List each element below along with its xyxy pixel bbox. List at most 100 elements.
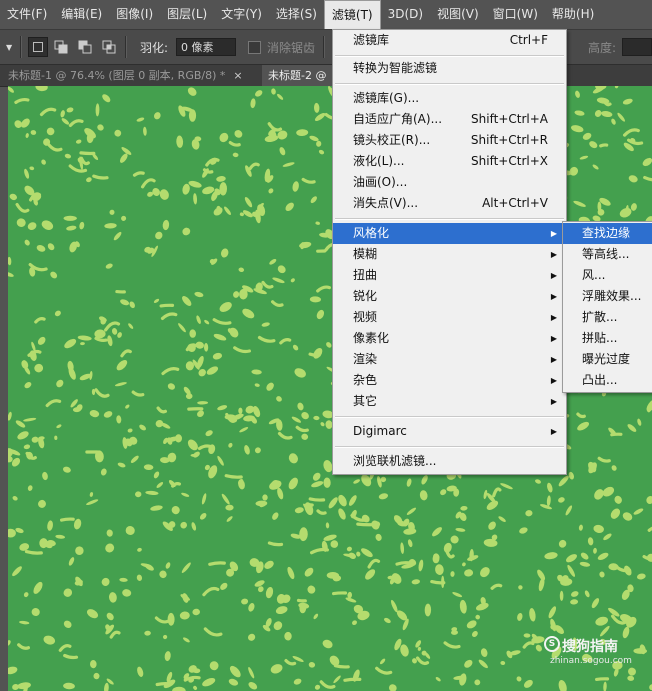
height-input[interactable] [622, 38, 652, 56]
submenu-arrow-icon: ▶ [550, 355, 557, 364]
submenu-item-solarize[interactable]: 曝光过度 [563, 349, 652, 370]
menu-item-filter-gallery[interactable]: 滤镜库(G)... [333, 88, 566, 109]
menu-item-video[interactable]: 视频 ▶ [333, 307, 566, 328]
texture-blob [182, 183, 190, 195]
texture-blob [128, 323, 134, 329]
texture-blob [559, 590, 564, 602]
submenu-item-wind[interactable]: 风... [563, 265, 652, 286]
menu-item-convert-smart-filter[interactable]: 转换为智能滤镜 [333, 58, 566, 79]
menu-item-distort[interactable]: 扭曲 ▶ [333, 265, 566, 286]
submenu-item-contour[interactable]: 等高线... [563, 244, 652, 265]
texture-blob [271, 88, 276, 95]
texture-stroke [197, 444, 212, 451]
texture-blob [23, 444, 31, 450]
menu-item-vanishing-point[interactable]: 消失点(V)... Alt+Ctrl+V [333, 193, 566, 214]
texture-blob [535, 479, 541, 484]
menu-image[interactable]: 图像(I) [109, 0, 160, 29]
texture-blob [365, 569, 376, 580]
texture-blob [558, 497, 565, 503]
texture-blob [216, 176, 226, 182]
texture-blob [540, 504, 552, 510]
antialias-checkbox[interactable] [248, 40, 261, 54]
texture-blob [500, 483, 513, 490]
texture-blob [97, 124, 104, 131]
menu-layer[interactable]: 图层(L) [160, 0, 214, 29]
texture-blob [570, 599, 579, 605]
texture-blob [323, 477, 331, 488]
submenu-item-find-edges[interactable]: 查找边缘 [563, 223, 652, 244]
add-to-selection-button[interactable] [52, 38, 70, 56]
menu-item-blur[interactable]: 模糊 ▶ [333, 244, 566, 265]
texture-blob [187, 439, 198, 451]
submenu-item-tiles[interactable]: 拼贴... [563, 328, 652, 349]
texture-stroke [395, 561, 411, 566]
menu-item-pixelate[interactable]: 像素化 ▶ [333, 328, 566, 349]
texture-stroke [154, 616, 170, 624]
texture-blob [320, 422, 325, 427]
menu-item-browse-online-filters[interactable]: 浏览联机滤镜... [333, 451, 566, 472]
menu-item-adaptive-wide-angle[interactable]: 自适应广角(A)... Shift+Ctrl+A [333, 109, 566, 130]
texture-blob [588, 462, 597, 474]
menu-item-noise[interactable]: 杂色 ▶ [333, 370, 566, 391]
texture-blob [388, 684, 397, 691]
menu-item-stylize[interactable]: 风格化 ▶ [333, 223, 566, 244]
texture-blob [288, 477, 298, 490]
feather-label: 羽化: [140, 40, 169, 55]
tool-preset-picker[interactable]: ▼ [6, 30, 12, 64]
texture-blob [400, 644, 409, 657]
texture-blob [600, 638, 606, 645]
texture-stroke [576, 412, 586, 419]
texture-blob [248, 633, 256, 641]
texture-blob [330, 540, 339, 548]
menu-select[interactable]: 选择(S) [269, 0, 324, 29]
texture-blob [103, 411, 113, 418]
menu-view[interactable]: 视图(V) [430, 0, 486, 29]
texture-blob [347, 591, 353, 599]
menu-item-other[interactable]: 其它 ▶ [333, 391, 566, 412]
texture-blob [145, 490, 159, 495]
texture-blob [64, 338, 77, 349]
texture-blob [544, 552, 558, 560]
menu-item-lens-correction[interactable]: 镜头校正(R)... Shift+Ctrl+R [333, 130, 566, 151]
menu-help[interactable]: 帮助(H) [545, 0, 601, 29]
menu-edit[interactable]: 编辑(E) [54, 0, 109, 29]
menu-item-digimarc[interactable]: Digimarc ▶ [333, 421, 566, 442]
menu-item-filter-gallery-last[interactable]: 滤镜库 Ctrl+F [333, 30, 566, 51]
texture-blob [421, 475, 428, 485]
texture-stroke [304, 503, 314, 509]
texture-blob [155, 231, 163, 240]
texture-blob [546, 495, 551, 507]
texture-blob [417, 646, 422, 651]
texture-blob [199, 512, 207, 520]
tab-untitled-2[interactable]: 未标题-2 @ [262, 65, 342, 86]
menu-type[interactable]: 文字(Y) [214, 0, 269, 29]
menu-file[interactable]: 文件(F) [0, 0, 54, 29]
texture-blob [164, 651, 171, 662]
texture-stroke [279, 338, 292, 345]
new-selection-button[interactable] [28, 37, 48, 57]
tab-untitled-1[interactable]: 未标题-1 @ 76.4% (图层 0 副本, RGB/8) * × [2, 65, 249, 86]
feather-input[interactable]: 0 像素 [176, 38, 236, 56]
submenu-item-extrude[interactable]: 凸出... [563, 370, 652, 391]
close-icon[interactable]: × [233, 69, 242, 82]
texture-blob [245, 405, 255, 414]
menu-3d[interactable]: 3D(D) [381, 0, 430, 29]
intersect-selection-button[interactable] [100, 38, 118, 56]
texture-blob [587, 537, 594, 546]
submenu-item-diffuse[interactable]: 扩散... [563, 307, 652, 328]
menu-filter[interactable]: 滤镜(T) [323, 0, 381, 29]
menu-item-liquify[interactable]: 液化(L)... Shift+Ctrl+X [333, 151, 566, 172]
menu-item-render[interactable]: 渲染 ▶ [333, 349, 566, 370]
texture-blob [518, 585, 523, 590]
submenu-item-emboss[interactable]: 浮雕效果... [563, 286, 652, 307]
menu-item-oil-paint[interactable]: 油画(O)... [333, 172, 566, 193]
texture-blob [523, 633, 531, 638]
texture-stroke [109, 630, 121, 639]
subtract-selection-button[interactable] [76, 38, 94, 56]
menu-item-sharpen[interactable]: 锐化 ▶ [333, 286, 566, 307]
texture-blob [79, 221, 85, 230]
texture-blob [19, 620, 30, 625]
texture-blob [593, 524, 604, 533]
menu-window[interactable]: 窗口(W) [486, 0, 545, 29]
texture-blob [268, 188, 274, 194]
